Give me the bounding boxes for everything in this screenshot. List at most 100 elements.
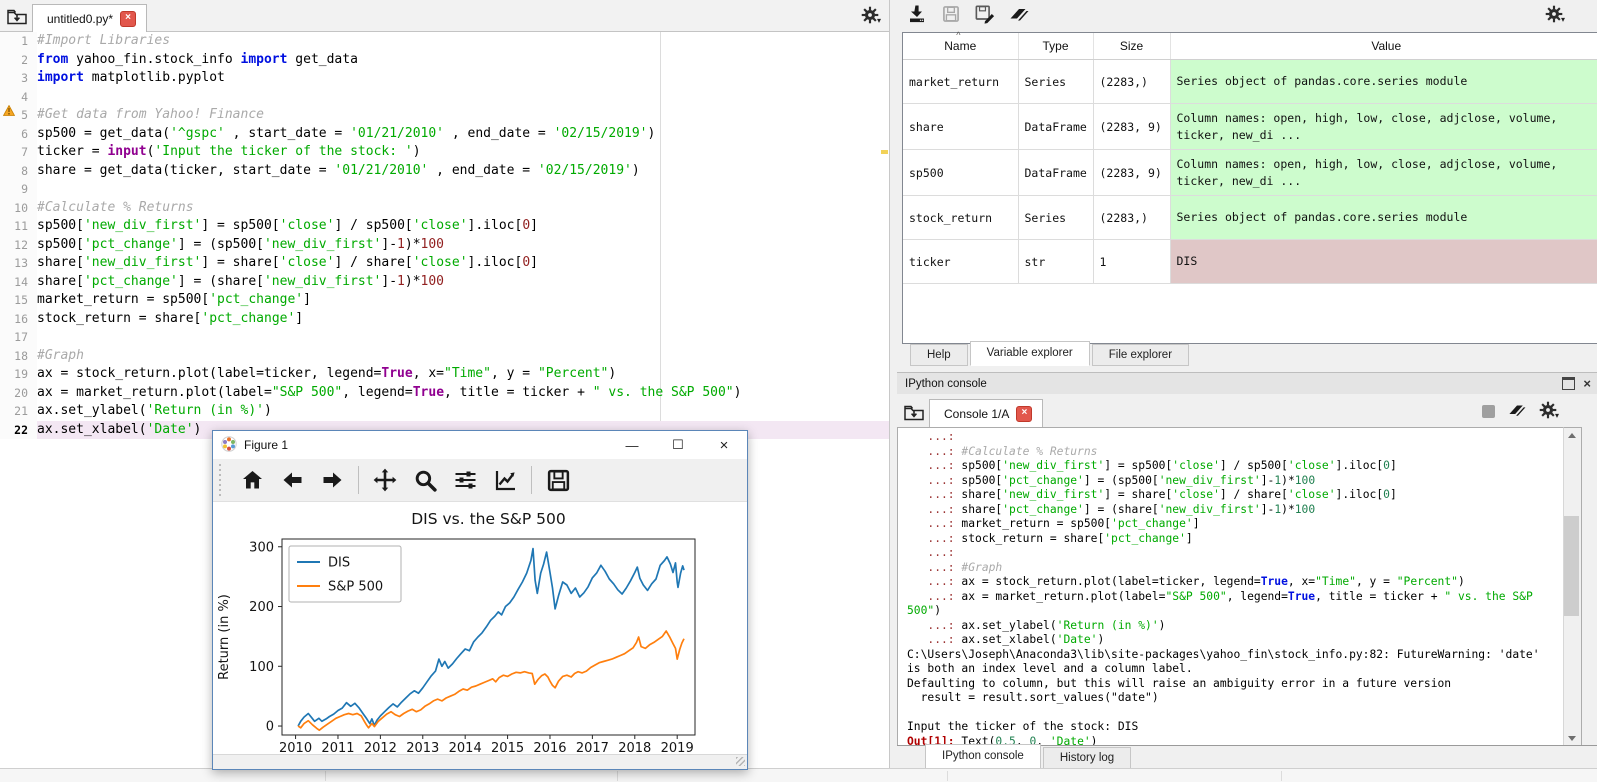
figure-window[interactable]: Figure 1 — ☐ × DIS vs. the S&P 500Return… [212, 430, 748, 770]
console-options-button[interactable] [1539, 401, 1559, 422]
console-line[interactable]: ...: sp500['new_div_first'] = sp500['clo… [898, 459, 1564, 474]
ipython-console-output[interactable]: ...: ...: #Calculate % Returns ...: sp50… [897, 427, 1564, 749]
editor-scrollflag-warning-marker[interactable] [881, 150, 888, 154]
code-line[interactable]: 1#Import Libraries [0, 32, 889, 51]
console-line[interactable]: ...: share['pct_change'] = (share['new_d… [898, 503, 1564, 518]
code-line[interactable]: 4 [0, 88, 889, 107]
code-line[interactable]: 14share['pct_change'] = (share['new_div_… [0, 273, 889, 292]
resize-grip[interactable] [736, 757, 745, 766]
console-line[interactable]: ...: ax.set_xlabel('Date') [898, 633, 1564, 648]
scroll-down-button[interactable] [1564, 731, 1579, 746]
cell-type[interactable]: DataFrame [1018, 104, 1093, 150]
table-row[interactable]: sp500DataFrame(2283, 9)Column names: ope… [903, 150, 1597, 196]
table-header-row[interactable]: NameTypeSizeValue [903, 33, 1597, 60]
cell-type[interactable]: DataFrame [1018, 150, 1093, 196]
console-line[interactable]: Input the ticker of the stock: DIS [898, 720, 1564, 735]
console-line[interactable]: ...: ax = stock_return.plot(label=ticker… [898, 575, 1564, 590]
code-line[interactable]: 13share['new_div_first'] = share['close'… [0, 254, 889, 273]
editor-tab-close-icon[interactable] [120, 11, 136, 27]
console-line[interactable] [898, 706, 1564, 721]
cell-value[interactable]: Column names: open, high, low, close, ad… [1170, 150, 1597, 196]
code-line[interactable]: 20ax = market_return.plot(label="S&P 500… [0, 384, 889, 403]
scrollbar-thumb[interactable] [1564, 516, 1579, 616]
remove-all-variables-button[interactable] [1007, 4, 1031, 28]
edit-axis-button[interactable] [485, 462, 525, 498]
cell-value[interactable]: Column names: open, high, low, close, ad… [1170, 104, 1597, 150]
console-line[interactable]: C:\Users\Joseph\Anaconda3\lib\site-packa… [898, 648, 1564, 663]
console-line[interactable]: is both an index level and a column labe… [898, 662, 1564, 677]
code-line[interactable]: 16stock_return = share['pct_change'] [0, 310, 889, 329]
editor-browse-tabs-button[interactable] [3, 5, 31, 31]
pan-button[interactable] [365, 462, 405, 498]
undock-icon[interactable] [1562, 377, 1575, 390]
tab-history-log[interactable]: History log [1043, 747, 1131, 769]
console-line[interactable]: ...: market_return = sp500['pct_change'] [898, 517, 1564, 532]
console-line[interactable]: ...: [898, 546, 1564, 561]
figure-canvas[interactable]: DIS vs. the S&P 500Return (in %)01002003… [213, 502, 747, 754]
console-line[interactable]: 500") [898, 604, 1564, 619]
console-line[interactable]: ...: stock_return = share['pct_change'] [898, 532, 1564, 547]
cell-size[interactable]: 1 [1093, 240, 1170, 284]
toolbar-drag-handle[interactable] [217, 464, 224, 496]
console-line[interactable]: Defaulting to column, but this will rais… [898, 677, 1564, 692]
scroll-up-button[interactable] [1564, 428, 1579, 443]
code-line[interactable]: 21ax.set_ylabel('Return (in %)') [0, 402, 889, 421]
code-line[interactable]: 7ticker = input('Input the ticker of the… [0, 143, 889, 162]
editor-tab-untitled0[interactable]: untitled0.py* [32, 4, 147, 32]
figure-titlebar[interactable]: Figure 1 — ☐ × [213, 431, 747, 459]
code-line[interactable]: 17 [0, 328, 889, 347]
cell-name[interactable]: ticker [903, 240, 1018, 284]
table-row[interactable]: market_returnSeries(2283,)Series object … [903, 60, 1597, 104]
column-header-name[interactable]: Name [903, 33, 1018, 60]
tab-ipython-console[interactable]: IPython console [925, 744, 1041, 769]
code-line[interactable]: 11sp500['new_div_first'] = sp500['close'… [0, 217, 889, 236]
code-line[interactable]: 12sp500['pct_change'] = (sp500['new_div_… [0, 236, 889, 255]
minimize-button[interactable]: — [609, 431, 655, 459]
cell-size[interactable]: (2283,) [1093, 196, 1170, 240]
editor-options-button[interactable] [861, 6, 881, 27]
zoom-button[interactable] [405, 462, 445, 498]
column-header-size[interactable]: Size [1093, 33, 1170, 60]
code-line[interactable]: 3import matplotlib.pyplot [0, 69, 889, 88]
console-tab-close-icon[interactable] [1016, 406, 1032, 422]
close-icon[interactable] [1583, 378, 1591, 389]
cell-name[interactable]: market_return [903, 60, 1018, 104]
console-line[interactable]: ...: ax = market_return.plot(label="S&P … [898, 590, 1564, 605]
save-data-button[interactable] [939, 4, 963, 28]
column-header-type[interactable]: Type [1018, 33, 1093, 60]
code-line[interactable]: 5#Get data from Yahoo! Finance [0, 106, 889, 125]
code-line[interactable]: 15market_return = sp500['pct_change'] [0, 291, 889, 310]
console-line[interactable]: ...: #Graph [898, 561, 1564, 576]
forward-button[interactable] [312, 462, 352, 498]
console-line[interactable]: ...: sp500['pct_change'] = (sp500['new_d… [898, 474, 1564, 489]
cell-size[interactable]: (2283, 9) [1093, 104, 1170, 150]
table-row[interactable]: tickerstr1DIS [903, 240, 1597, 284]
save-figure-button[interactable] [538, 462, 578, 498]
console-scrollbar[interactable] [1563, 427, 1582, 747]
code-line[interactable]: 2from yahoo_fin.stock_info import get_da… [0, 51, 889, 70]
import-data-button[interactable] [905, 4, 929, 28]
tab-file-explorer[interactable]: File explorer [1092, 344, 1189, 366]
configure-subplots-button[interactable] [445, 462, 485, 498]
close-button[interactable]: × [701, 431, 747, 459]
cell-name[interactable]: stock_return [903, 196, 1018, 240]
column-header-value[interactable]: Value [1170, 33, 1597, 60]
cell-size[interactable]: (2283,) [1093, 60, 1170, 104]
console-line[interactable]: ...: share['new_div_first'] = share['clo… [898, 488, 1564, 503]
cell-type[interactable]: Series [1018, 196, 1093, 240]
console-browse-tabs-button[interactable] [900, 401, 928, 427]
eraser-icon[interactable] [1507, 402, 1527, 421]
cell-type[interactable]: str [1018, 240, 1093, 284]
console-tab[interactable]: Console 1/A [929, 399, 1043, 428]
console-line[interactable]: ...: [898, 430, 1564, 445]
cell-value[interactable]: DIS [1170, 240, 1597, 284]
save-data-as-button[interactable] [973, 4, 997, 28]
table-row[interactable]: stock_returnSeries(2283,)Series object o… [903, 196, 1597, 240]
warning-icon[interactable] [3, 105, 15, 119]
home-button[interactable] [232, 462, 272, 498]
console-line[interactable]: ...: ax.set_ylabel('Return (in %)') [898, 619, 1564, 634]
code-line[interactable]: 18#Graph [0, 347, 889, 366]
stop-icon[interactable] [1482, 405, 1495, 418]
cell-value[interactable]: Series object of pandas.core.series modu… [1170, 60, 1597, 104]
cell-name[interactable]: share [903, 104, 1018, 150]
